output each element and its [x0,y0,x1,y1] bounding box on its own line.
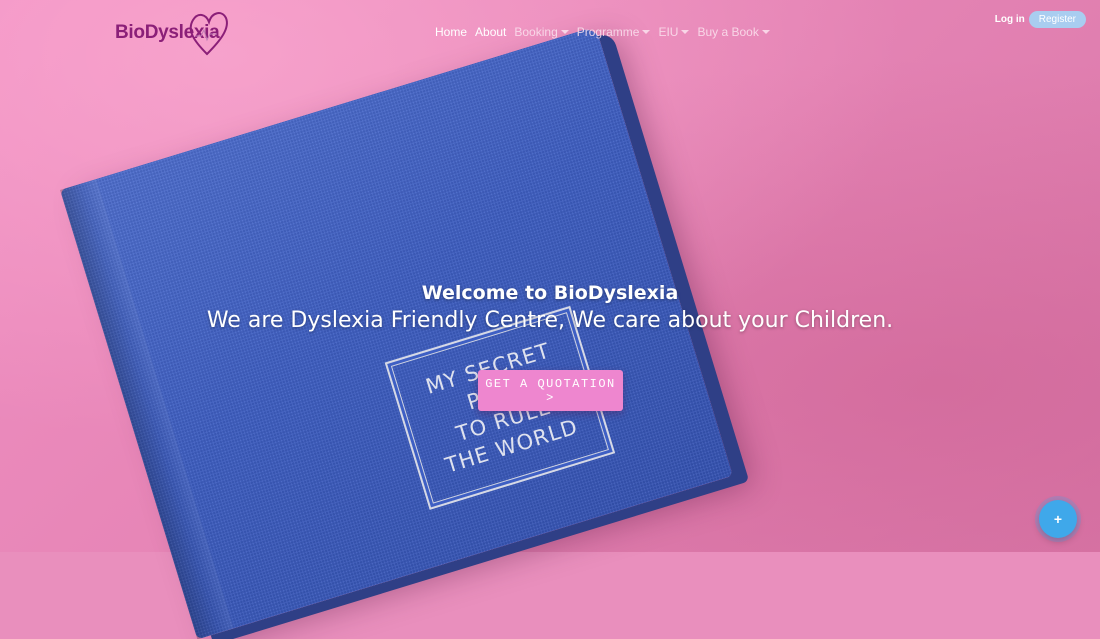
chevron-down-icon [560,30,569,34]
heart-icon [189,12,228,56]
chevron-down-icon [681,30,690,34]
nav-booking[interactable]: Booking [514,25,569,39]
nav-booking-label: Booking [514,25,558,39]
nav-buy-a-book-label: Buy a Book [697,25,759,39]
hero-tagline: We are Dyslexia Friendly Centre, We care… [206,308,894,333]
nav-about[interactable]: About [475,25,506,39]
register-button[interactable]: Register [1028,11,1086,28]
nav-programme-label: Programme [576,25,640,39]
hero-welcome: Welcome to BioDyslexia [421,282,679,304]
chevron-down-icon [642,30,651,34]
chevron-down-icon [761,30,770,34]
plus-icon[interactable]: + [1039,500,1077,538]
login-link[interactable]: Log in [995,14,1025,25]
nav-eiu[interactable]: EIU [658,25,690,39]
nav-home[interactable]: Home [435,25,467,39]
nav-home-label: Home [435,25,468,39]
nav-eiu-label: EIU [658,25,679,39]
nav-about-label: About [475,25,507,39]
nav-programme[interactable]: Programme [577,25,651,39]
get-quotation-button[interactable]: GET A QUOTATION > [478,370,623,411]
auth-links: Log in Register [995,11,1086,28]
site-logo[interactable]: BioDyslexia [115,6,230,56]
main-nav: Home About Booking Programme EIU Buy a B… [435,25,778,39]
nav-buy-a-book[interactable]: Buy a Book [697,25,770,39]
